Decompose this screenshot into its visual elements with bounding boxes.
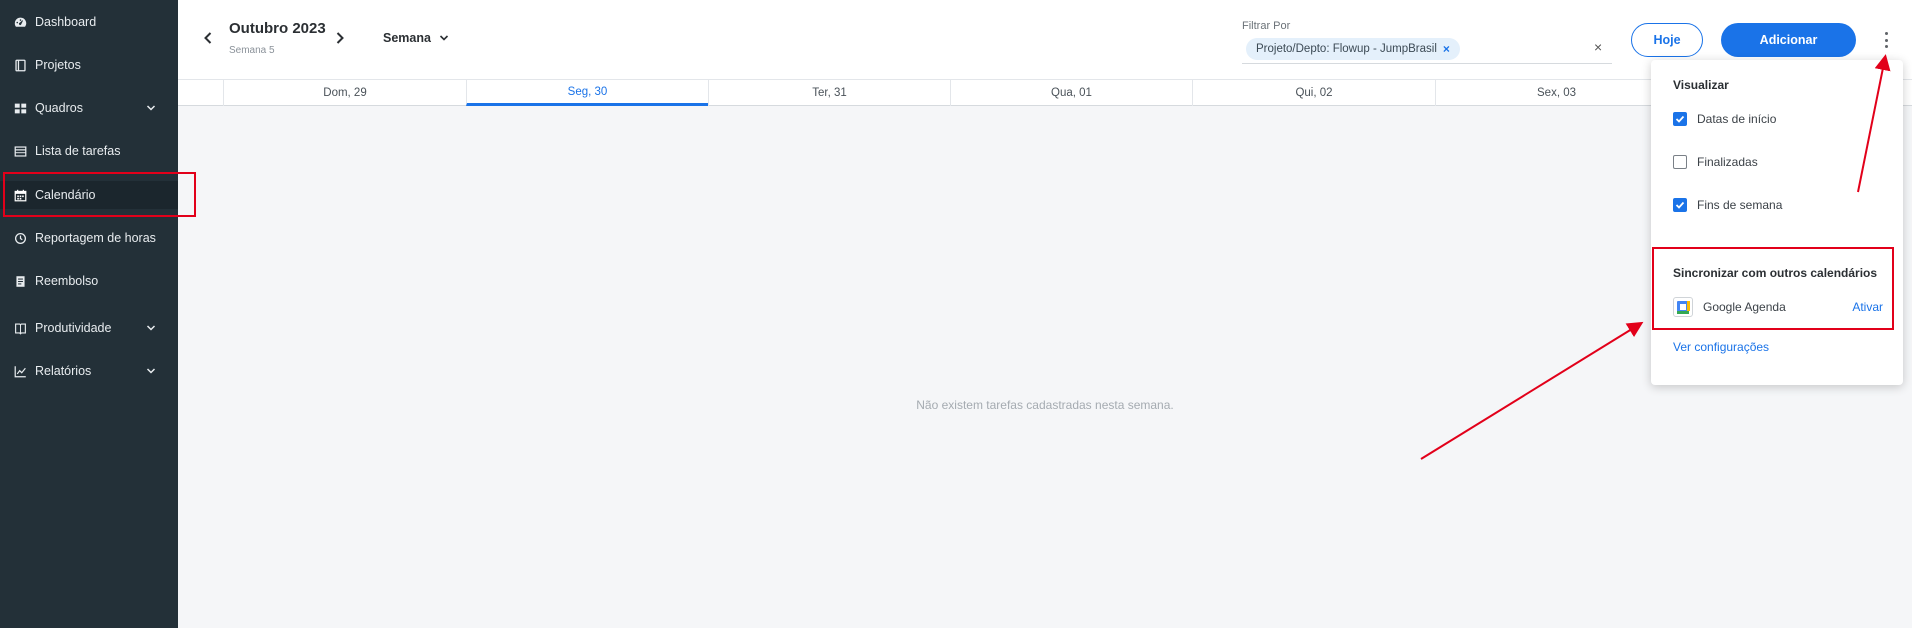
activate-link[interactable]: Ativar xyxy=(1852,300,1883,314)
option-label: Datas de início xyxy=(1697,112,1777,126)
checkbox-checked[interactable] xyxy=(1673,112,1687,126)
day-header[interactable]: Seg, 30 xyxy=(466,80,708,106)
empty-state-message: Não existem tarefas cadastradas nesta se… xyxy=(916,398,1174,412)
sidebar-item-relatorios[interactable]: Relatórios xyxy=(0,357,178,385)
chevron-down-icon xyxy=(146,102,156,112)
checkbox-unchecked[interactable] xyxy=(1673,155,1687,169)
google-calendar-icon xyxy=(1673,297,1693,317)
sidebar: Dashboard Projetos Quadros Lista de tare… xyxy=(0,0,178,628)
google-agenda-label: Google Agenda xyxy=(1703,300,1786,314)
next-week-button[interactable] xyxy=(333,30,347,46)
google-agenda-row: Google Agenda Ativar xyxy=(1673,296,1883,318)
sidebar-item-label: Lista de tarefas xyxy=(35,144,121,158)
filter-field[interactable]: Projeto/Depto: Flowup - JumpBrasil × xyxy=(1242,36,1612,64)
sidebar-item-label: Dashboard xyxy=(35,15,97,29)
day-header[interactable]: Dom, 29 xyxy=(223,80,466,106)
more-options-icon[interactable] xyxy=(1882,30,1890,50)
calendar-icon xyxy=(13,188,27,202)
filter-label: Filtrar Por xyxy=(1242,20,1291,32)
checkbox-checked[interactable] xyxy=(1673,198,1687,212)
option-label: Finalizadas xyxy=(1697,155,1758,169)
grid-icon xyxy=(13,101,27,115)
week-number: Semana 5 xyxy=(229,45,275,56)
chevron-down-icon xyxy=(146,365,156,375)
clock-icon xyxy=(13,231,27,245)
option-finalizadas[interactable]: Finalizadas xyxy=(1673,155,1758,169)
sidebar-item-projetos[interactable]: Projetos xyxy=(0,51,178,79)
sidebar-item-label: Projetos xyxy=(35,58,81,72)
table-icon xyxy=(13,144,27,158)
sidebar-item-label: Reembolso xyxy=(35,274,99,288)
receipt-icon xyxy=(13,274,27,288)
sidebar-item-label: Calendário xyxy=(35,188,96,202)
view-mode-label: Semana xyxy=(383,31,431,45)
option-label: Fins de semana xyxy=(1697,198,1783,212)
today-button[interactable]: Hoje xyxy=(1631,23,1703,57)
sidebar-item-reembolso[interactable]: Reembolso xyxy=(0,267,178,295)
annotation-arrow-sync xyxy=(1420,321,1644,460)
settings-link[interactable]: Ver configurações xyxy=(1673,340,1769,354)
chart-line-icon xyxy=(13,364,27,378)
previous-week-button[interactable] xyxy=(201,30,215,46)
sidebar-item-label: Produtividade xyxy=(35,321,112,335)
speedometer-icon xyxy=(13,15,27,29)
sidebar-item-quadros[interactable]: Quadros xyxy=(0,94,178,122)
option-fins-de-semana[interactable]: Fins de semana xyxy=(1673,198,1782,212)
add-button[interactable]: Adicionar xyxy=(1721,23,1856,57)
book-open-icon xyxy=(13,321,27,335)
menu-title: Visualizar xyxy=(1673,78,1729,92)
view-options-menu: Visualizar Datas de início Finalizadas F… xyxy=(1651,60,1903,385)
view-mode-select[interactable]: Semana xyxy=(383,31,449,45)
sidebar-item-label: Relatórios xyxy=(35,364,92,378)
remove-chip-icon[interactable]: × xyxy=(1443,42,1450,56)
filter-chip: Projeto/Depto: Flowup - JumpBrasil × xyxy=(1246,38,1460,60)
sidebar-item-dashboard[interactable]: Dashboard xyxy=(0,8,178,36)
day-header[interactable]: Ter, 31 xyxy=(708,80,950,106)
book-icon xyxy=(13,58,27,72)
sidebar-item-calendario[interactable]: Calendário xyxy=(0,181,178,209)
sidebar-item-lista-de-tarefas[interactable]: Lista de tarefas xyxy=(0,137,178,165)
filter-chip-label: Projeto/Depto: Flowup - JumpBrasil xyxy=(1256,43,1437,55)
day-header[interactable]: Qua, 01 xyxy=(950,80,1192,106)
clear-filter-button[interactable]: × xyxy=(1594,39,1602,55)
sidebar-item-reportagem-de-horas[interactable]: Reportagem de horas xyxy=(0,224,178,252)
day-header[interactable]: Qui, 02 xyxy=(1192,80,1435,106)
month-title: Outubro 2023 xyxy=(229,20,326,37)
option-datas-de-inicio[interactable]: Datas de início xyxy=(1673,112,1776,126)
chevron-down-icon xyxy=(146,322,156,332)
sidebar-item-produtividade[interactable]: Produtividade xyxy=(0,314,178,342)
sidebar-item-label: Reportagem de horas xyxy=(35,231,156,245)
chevron-down-icon xyxy=(439,35,449,41)
sync-section-title: Sincronizar com outros calendários xyxy=(1673,266,1878,280)
day-header[interactable]: Sex, 03 xyxy=(1435,80,1677,106)
sidebar-item-label: Quadros xyxy=(35,101,83,115)
